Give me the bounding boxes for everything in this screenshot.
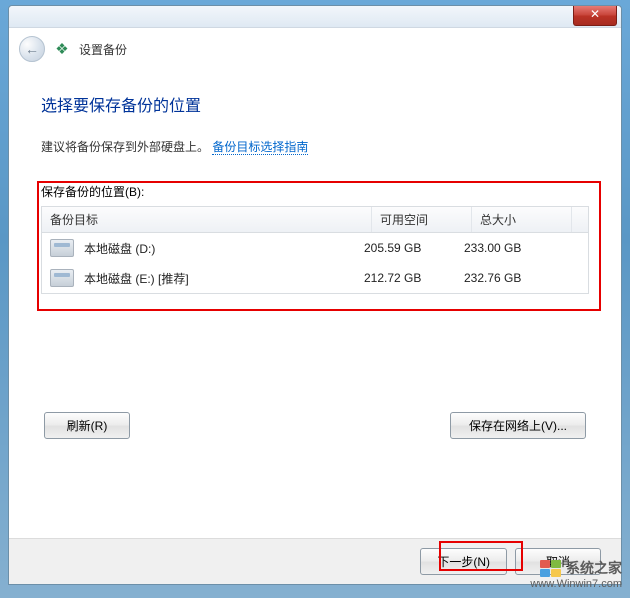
- title-bar: ✕: [9, 6, 621, 28]
- table-row[interactable]: 本地磁盘 (D:) 205.59 GB 233.00 GB: [42, 233, 588, 263]
- hint-link[interactable]: 备份目标选择指南: [212, 140, 308, 155]
- content-area: 选择要保存备份的位置 建议将备份保存到外部硬盘上。 备份目标选择指南 保存备份的…: [9, 70, 621, 294]
- page-title: 选择要保存备份的位置: [41, 92, 589, 116]
- hint-text: 建议将备份保存到外部硬盘上。: [41, 140, 209, 154]
- footer-bar: 下一步(N) 取消: [9, 538, 621, 584]
- button-row: 刷新(R) 保存在网络上(V)...: [44, 412, 586, 439]
- arrow-left-icon: ←: [25, 41, 39, 57]
- disk-icon: [50, 239, 74, 257]
- disk-free: 205.59 GB: [364, 241, 464, 255]
- next-button[interactable]: 下一步(N): [420, 548, 507, 575]
- table-row[interactable]: 本地磁盘 (E:) [推荐] 212.72 GB 232.76 GB: [42, 263, 588, 293]
- back-button[interactable]: ←: [19, 36, 45, 62]
- disk-name: 本地磁盘 (D:): [84, 240, 155, 257]
- close-button[interactable]: ✕: [573, 6, 617, 26]
- disk-icon: [50, 269, 74, 287]
- col-total[interactable]: 总大小: [472, 207, 572, 232]
- disk-total: 233.00 GB: [464, 241, 580, 255]
- backup-location-table: 备份目标 可用空间 总大小 本地磁盘 (D:) 205.59 GB 233.00…: [41, 206, 589, 294]
- disk-name: 本地磁盘 (E:) [推荐]: [84, 270, 189, 287]
- header-title: 设置备份: [79, 41, 127, 58]
- table-header: 备份目标 可用空间 总大小: [42, 207, 588, 233]
- disk-total: 232.76 GB: [464, 271, 580, 285]
- header-bar: ← ❖ 设置备份: [9, 28, 621, 70]
- section-label: 保存备份的位置(B):: [41, 183, 589, 200]
- refresh-button[interactable]: 刷新(R): [44, 412, 130, 439]
- table-body: 本地磁盘 (D:) 205.59 GB 233.00 GB 本地磁盘 (E:) …: [42, 233, 588, 293]
- save-network-button[interactable]: 保存在网络上(V)...: [450, 412, 586, 439]
- dialog-window: ✕ ← ❖ 设置备份 选择要保存备份的位置 建议将备份保存到外部硬盘上。 备份目…: [8, 5, 622, 585]
- backup-icon: ❖: [53, 40, 71, 58]
- col-free[interactable]: 可用空间: [372, 207, 472, 232]
- hint-row: 建议将备份保存到外部硬盘上。 备份目标选择指南: [41, 138, 589, 155]
- col-scroll: [572, 207, 588, 232]
- col-name[interactable]: 备份目标: [42, 207, 372, 232]
- close-icon: ✕: [590, 7, 600, 21]
- cancel-button[interactable]: 取消: [515, 548, 601, 575]
- disk-free: 212.72 GB: [364, 271, 464, 285]
